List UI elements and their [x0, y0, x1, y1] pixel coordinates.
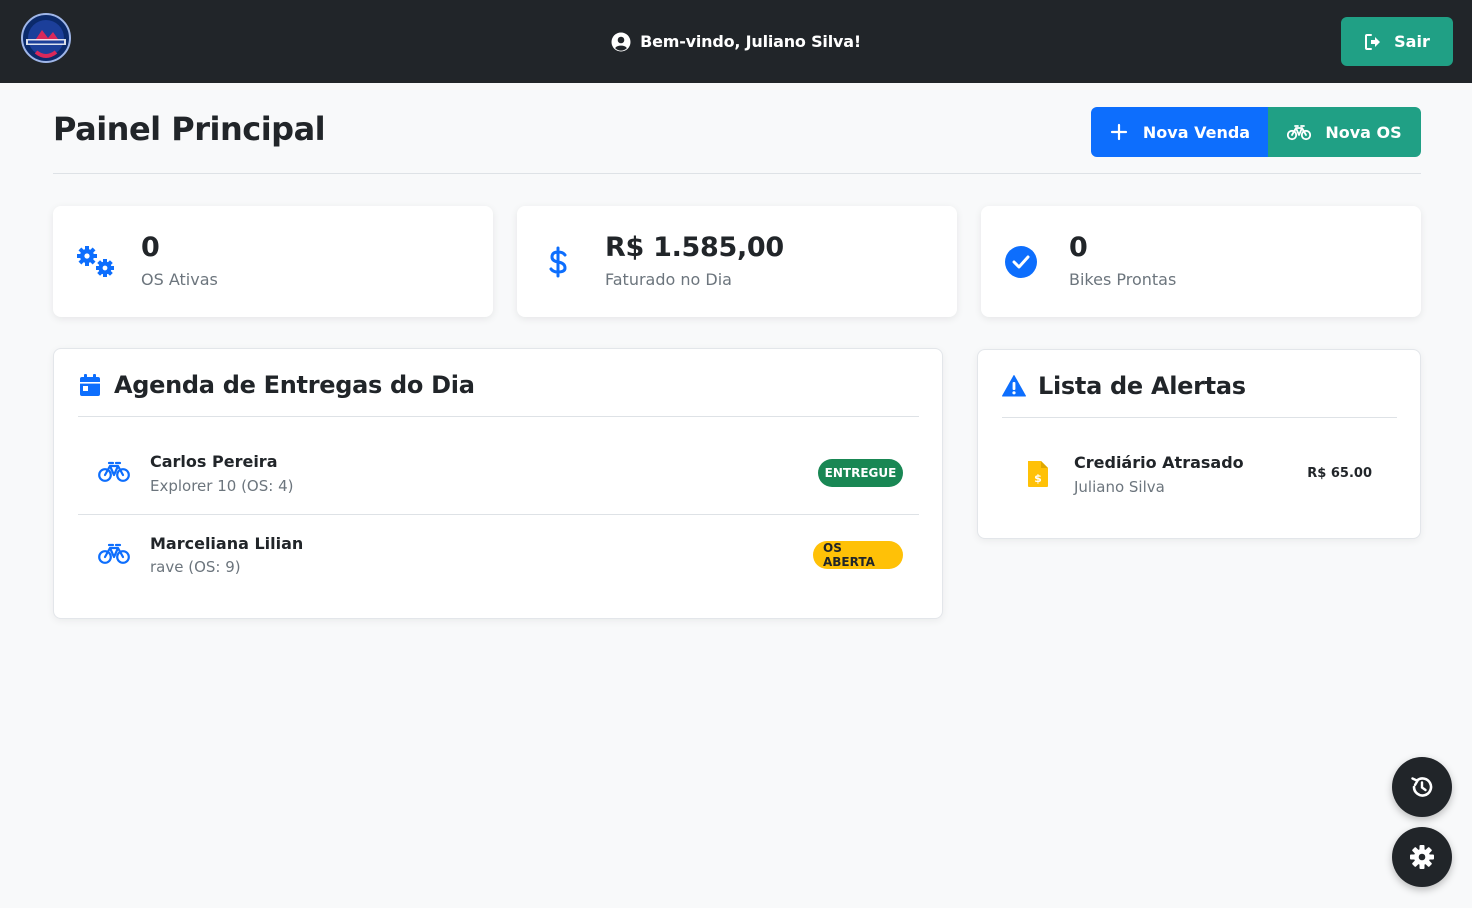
client-name: Marceliana Lilian	[150, 534, 304, 553]
invoice-icon: $	[1028, 461, 1048, 487]
stat-card-bikes-ready: 0 Bikes Prontas	[981, 206, 1421, 317]
plus-icon	[1110, 123, 1128, 141]
stat-label: Bikes Prontas	[1069, 270, 1177, 289]
calendar-icon	[80, 374, 100, 396]
agenda-title: Agenda de Entregas do Dia	[78, 371, 475, 399]
alert-title: Crediário Atrasado	[1074, 453, 1244, 472]
bicycle-icon	[98, 543, 130, 564]
new-os-label: Nova OS	[1325, 122, 1402, 142]
history-icon	[1411, 777, 1433, 797]
gears-icon	[75, 242, 119, 282]
svg-text:$: $	[1034, 472, 1042, 485]
alert-amount: R$ 65.00	[1307, 466, 1372, 481]
agenda-panel: Agenda de Entregas do Dia Carlos Pereira…	[53, 348, 943, 619]
alerts-title: Lista de Alertas	[1002, 372, 1246, 400]
welcome-message: Bem-vindo, Juliano Silva!	[611, 32, 861, 52]
logout-label: Sair	[1394, 32, 1430, 51]
alerts-divider	[1002, 417, 1397, 418]
welcome-text: Bem-vindo, Juliano Silva!	[640, 32, 861, 51]
agenda-title-text: Agenda de Entregas do Dia	[114, 371, 475, 399]
bike-detail: rave (OS: 9)	[150, 558, 241, 576]
check-circle-icon	[1003, 242, 1047, 282]
stat-label: Faturado no Dia	[605, 270, 732, 289]
brand-logo[interactable]	[20, 12, 72, 64]
status-badge: ENTREGUE	[818, 459, 903, 487]
stat-value: R$ 1.585,00	[605, 232, 784, 263]
stat-value: 0	[1069, 232, 1088, 263]
alert-item[interactable]: $ Crediário Atrasado Juliano Silva R$ 65…	[1002, 435, 1398, 515]
bike-detail: Explorer 10 (OS: 4)	[150, 477, 294, 495]
alert-subtitle: Juliano Silva	[1074, 478, 1165, 496]
logout-button[interactable]: Sair	[1341, 17, 1453, 66]
warning-icon	[1002, 375, 1026, 397]
stat-card-active-os: 0 OS Ativas	[53, 206, 493, 317]
logout-icon	[1365, 33, 1381, 50]
header-divider	[53, 173, 1421, 174]
dollar-icon	[539, 242, 583, 282]
page-title: Painel Principal	[53, 110, 326, 148]
list-item[interactable]: Marceliana Lilian rave (OS: 9) OS ABERTA	[78, 515, 919, 597]
top-navbar: Bem-vindo, Juliano Silva! Sair	[0, 0, 1472, 83]
alerts-title-text: Lista de Alertas	[1038, 372, 1246, 400]
user-circle-icon	[611, 32, 631, 51]
alerts-panel: Lista de Alertas $ Crediário Atrasado Ju…	[977, 349, 1421, 539]
list-item[interactable]: Carlos Pereira Explorer 10 (OS: 4) ENTRE…	[78, 432, 919, 514]
client-name: Carlos Pereira	[150, 452, 278, 471]
new-sale-label: Nova Venda	[1142, 122, 1251, 142]
bicycle-icon	[1287, 125, 1312, 141]
stat-label: OS Ativas	[141, 270, 218, 289]
settings-button[interactable]	[1392, 827, 1452, 887]
stat-card-daily-revenue: R$ 1.585,00 Faturado no Dia	[517, 206, 957, 317]
new-os-button[interactable]: Nova OS	[1268, 107, 1421, 157]
stat-value: 0	[141, 232, 160, 263]
gear-icon	[1410, 845, 1434, 869]
history-button[interactable]	[1392, 757, 1452, 817]
status-badge: OS ABERTA	[813, 541, 903, 569]
agenda-divider	[78, 416, 919, 417]
new-sale-button[interactable]: Nova Venda	[1091, 107, 1268, 157]
header-actions: Nova Venda Nova OS	[1091, 107, 1421, 157]
bicycle-icon	[98, 461, 130, 482]
